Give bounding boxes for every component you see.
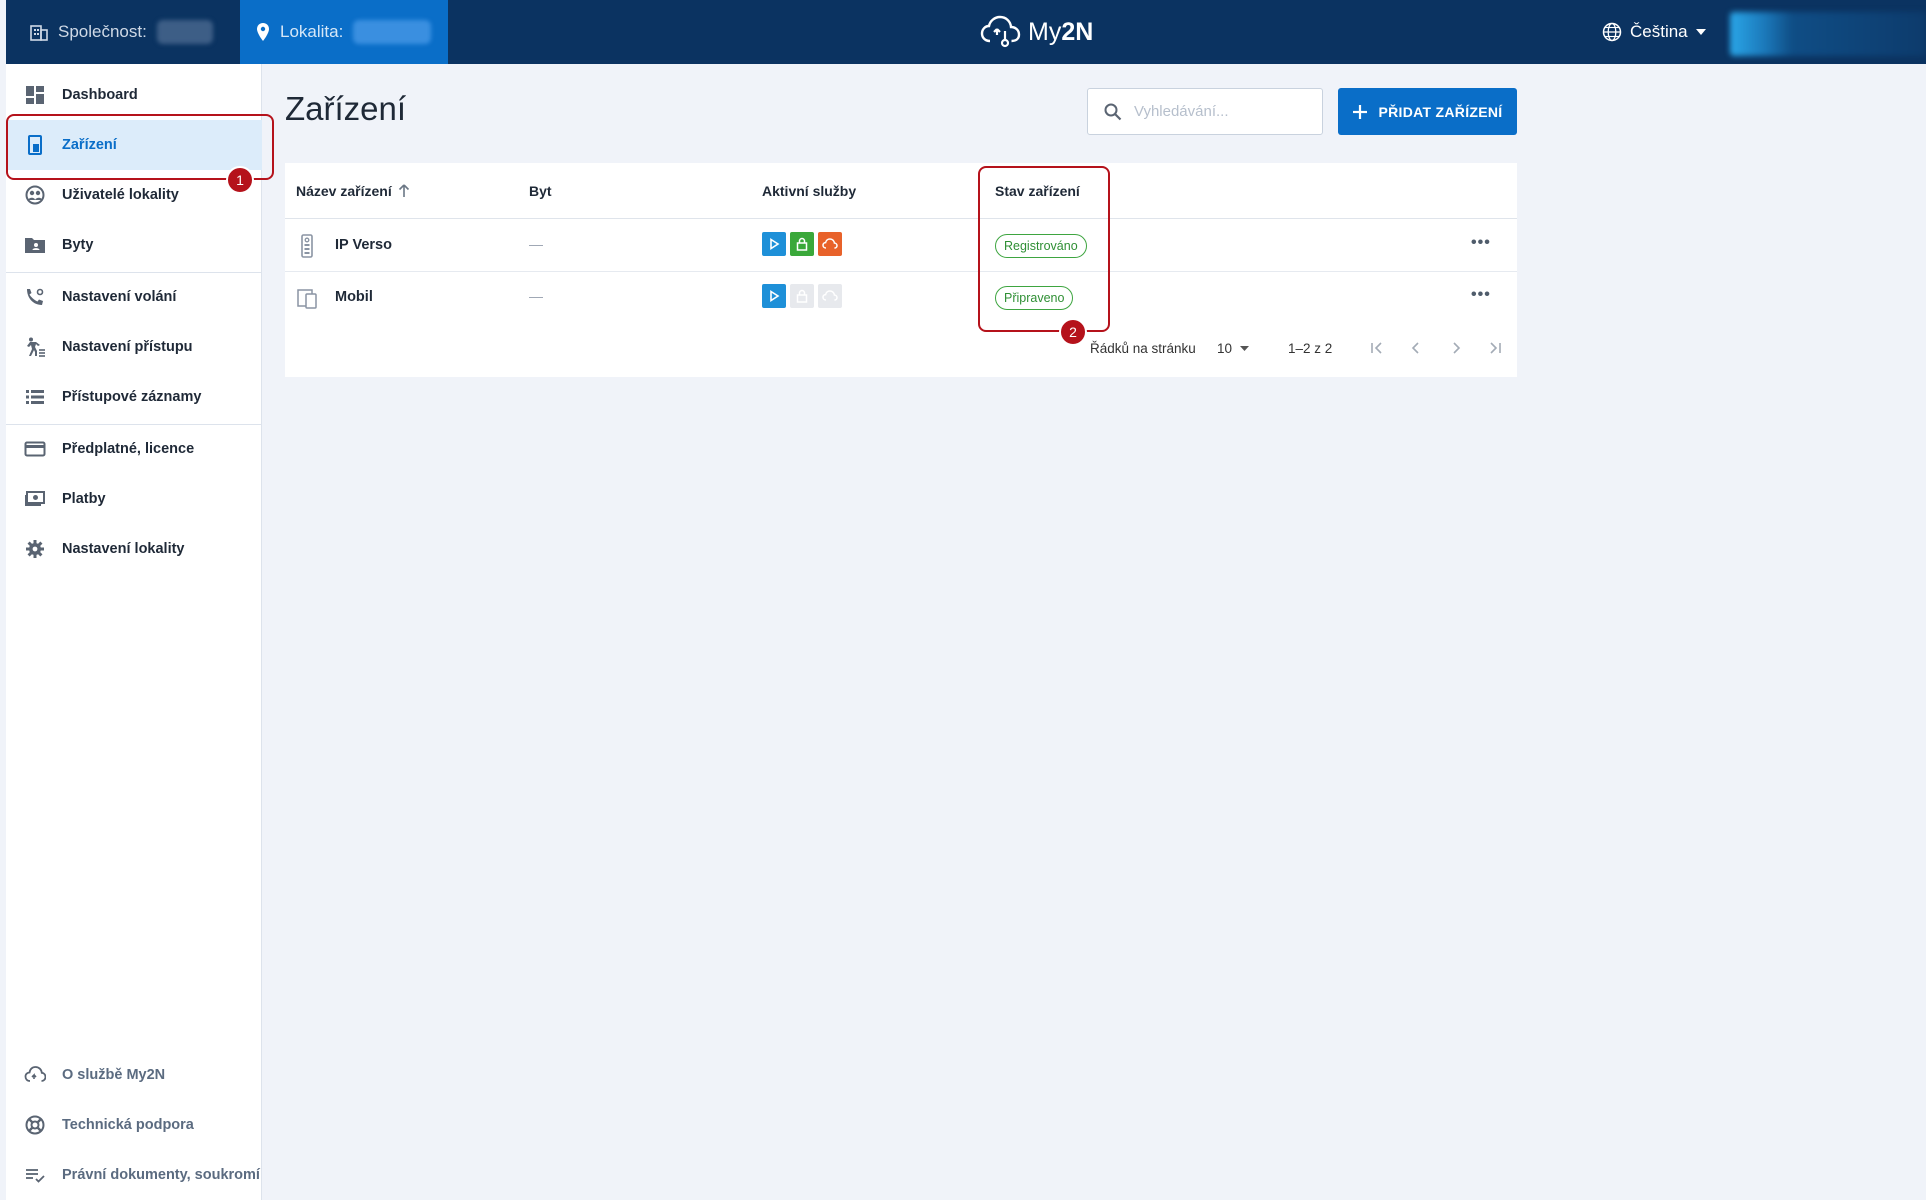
- sidebar-footer-about[interactable]: O službě My2N: [6, 1050, 262, 1100]
- annotation-number: 2: [1059, 318, 1087, 346]
- sidebar-footer-support[interactable]: Technická podpora: [6, 1100, 262, 1150]
- search-icon: [1104, 103, 1122, 120]
- service-cloud-icon: [818, 232, 842, 256]
- device-name[interactable]: IP Verso: [335, 237, 392, 253]
- devices-table: Název zařízení Byt Aktivní služby Stav z…: [285, 163, 1517, 377]
- sidebar-item-subscription[interactable]: Předplatné, licence: [6, 424, 262, 474]
- column-header-label: Název zařízení: [296, 183, 392, 199]
- sort-arrow-up-icon[interactable]: [398, 184, 410, 198]
- sidebar-item-access-settings[interactable]: Nastavení přístupu: [6, 322, 262, 372]
- sidebar-item-apartments[interactable]: Byty: [6, 220, 262, 270]
- sidebar-item-label: Nastavení volání: [62, 289, 177, 305]
- intercom-device-icon: [301, 234, 313, 258]
- location-selector[interactable]: Lokalita:: [240, 0, 448, 64]
- next-page-icon[interactable]: [1443, 337, 1469, 359]
- sidebar-item-access-log[interactable]: Přístupové záznamy: [6, 372, 262, 422]
- row-more-menu-icon[interactable]: •••: [1471, 286, 1491, 304]
- table-header: Název zařízení Byt Aktivní služby Stav z…: [285, 163, 1517, 219]
- rows-per-page-select[interactable]: 10: [1217, 341, 1250, 356]
- sidebar-item-label: Nastavení přístupu: [62, 339, 193, 355]
- device-name[interactable]: Mobil: [335, 289, 373, 305]
- service-cloud-icon: [818, 284, 842, 308]
- pagination-range: 1–2 z 2: [1288, 341, 1333, 356]
- row-more-menu-icon[interactable]: •••: [1471, 234, 1491, 252]
- annotation-box-status: [978, 166, 1110, 332]
- cloud-logo-icon: [980, 15, 1021, 48]
- service-lock-icon: [790, 232, 814, 256]
- location-label: Lokalita:: [280, 22, 344, 41]
- page-title: Zařízení: [285, 90, 407, 127]
- previous-page-icon[interactable]: [1403, 337, 1429, 359]
- language-label: Čeština: [1630, 22, 1688, 41]
- gear-icon: [26, 540, 44, 558]
- column-header-label: Aktivní služby: [762, 183, 857, 199]
- call-settings-icon: [27, 288, 44, 305]
- sidebar-item-label: Dashboard: [62, 87, 138, 103]
- my2n-logo: My2N: [980, 0, 1093, 64]
- column-header-name[interactable]: Název zařízení: [296, 183, 410, 199]
- legal-icon: [26, 1169, 45, 1183]
- sidebar-item-label: Uživatelé lokality: [62, 187, 179, 203]
- device-apartment: —: [529, 288, 543, 304]
- card-icon: [24, 441, 46, 457]
- sidebar-footer-label: O službě My2N: [62, 1067, 166, 1083]
- company-name-redacted: [156, 20, 213, 44]
- sidebar-footer-label: Právní dokumenty, soukromí: [62, 1167, 260, 1183]
- sidebar-item-label: Předplatné, licence: [62, 441, 195, 457]
- search-input[interactable]: [1134, 103, 1304, 120]
- users-icon: [25, 185, 45, 205]
- service-lock-icon: [790, 284, 814, 308]
- support-icon: [25, 1115, 45, 1135]
- sidebar-item-call-settings[interactable]: Nastavení volání: [6, 272, 262, 322]
- mobile-device-icon: [297, 289, 317, 309]
- service-video-icon: [762, 284, 786, 308]
- device-apartment: —: [529, 236, 543, 252]
- location-pin-icon: [257, 23, 269, 41]
- user-account-redacted[interactable]: [1730, 12, 1926, 56]
- search-box[interactable]: [1087, 88, 1323, 135]
- access-log-icon: [26, 390, 44, 404]
- sidebar-footer-label: Technická podpora: [62, 1117, 194, 1133]
- column-header-services[interactable]: Aktivní služby: [762, 183, 856, 199]
- caret-down-icon: [1240, 346, 1250, 351]
- rows-per-page-value: 10: [1217, 341, 1233, 356]
- service-video-icon: [762, 232, 786, 256]
- cloud-icon: [24, 1066, 46, 1082]
- sidebar-item-label: Přístupové záznamy: [62, 389, 202, 405]
- location-name-redacted: [353, 20, 432, 44]
- sidebar-footer-legal[interactable]: Právní dokumenty, soukromí: [6, 1150, 262, 1200]
- company-label: Společnost:: [58, 22, 147, 41]
- sidebar-item-label: Platby: [62, 491, 106, 507]
- sidebar-item-dashboard[interactable]: Dashboard: [6, 70, 262, 120]
- rows-per-page-label: Řádků na stránku: [1090, 341, 1196, 356]
- add-device-button[interactable]: PŘIDAT ZAŘÍZENÍ: [1338, 88, 1517, 135]
- logo-text-bold: 2N: [1061, 17, 1094, 46]
- sidebar-item-payments[interactable]: Platby: [6, 474, 262, 524]
- sidebar: Dashboard Zařízení Uživatelé lokality By…: [6, 64, 262, 1200]
- last-page-icon[interactable]: [1482, 337, 1508, 359]
- table-row[interactable]: IP Verso — Registrováno •••: [285, 220, 1517, 272]
- first-page-icon[interactable]: [1364, 337, 1390, 359]
- column-header-label: Byt: [529, 183, 552, 199]
- annotation-number: 1: [226, 166, 254, 194]
- table-row[interactable]: Mobil — Připraveno •••: [285, 272, 1517, 324]
- language-selector[interactable]: Čeština: [1602, 0, 1706, 64]
- building-icon: [30, 25, 48, 41]
- add-device-label: PŘIDAT ZAŘÍZENÍ: [1378, 103, 1503, 120]
- apartments-icon: [25, 238, 45, 253]
- column-header-apartment[interactable]: Byt: [529, 183, 552, 199]
- sidebar-item-location-settings[interactable]: Nastavení lokality: [6, 524, 262, 574]
- sidebar-item-label: Byty: [62, 237, 94, 253]
- access-icon: [27, 337, 45, 357]
- plus-icon: [1353, 104, 1368, 119]
- caret-down-icon: [1695, 29, 1706, 35]
- top-bar: Společnost: Lokalita: My2N Čeština: [6, 0, 1926, 64]
- globe-icon: [1602, 22, 1622, 42]
- sidebar-item-label: Nastavení lokality: [62, 541, 185, 557]
- dashboard-icon: [26, 86, 44, 104]
- company-selector[interactable]: Společnost:: [30, 0, 213, 64]
- logo-text: My: [1028, 17, 1062, 46]
- payments-icon: [25, 491, 45, 506]
